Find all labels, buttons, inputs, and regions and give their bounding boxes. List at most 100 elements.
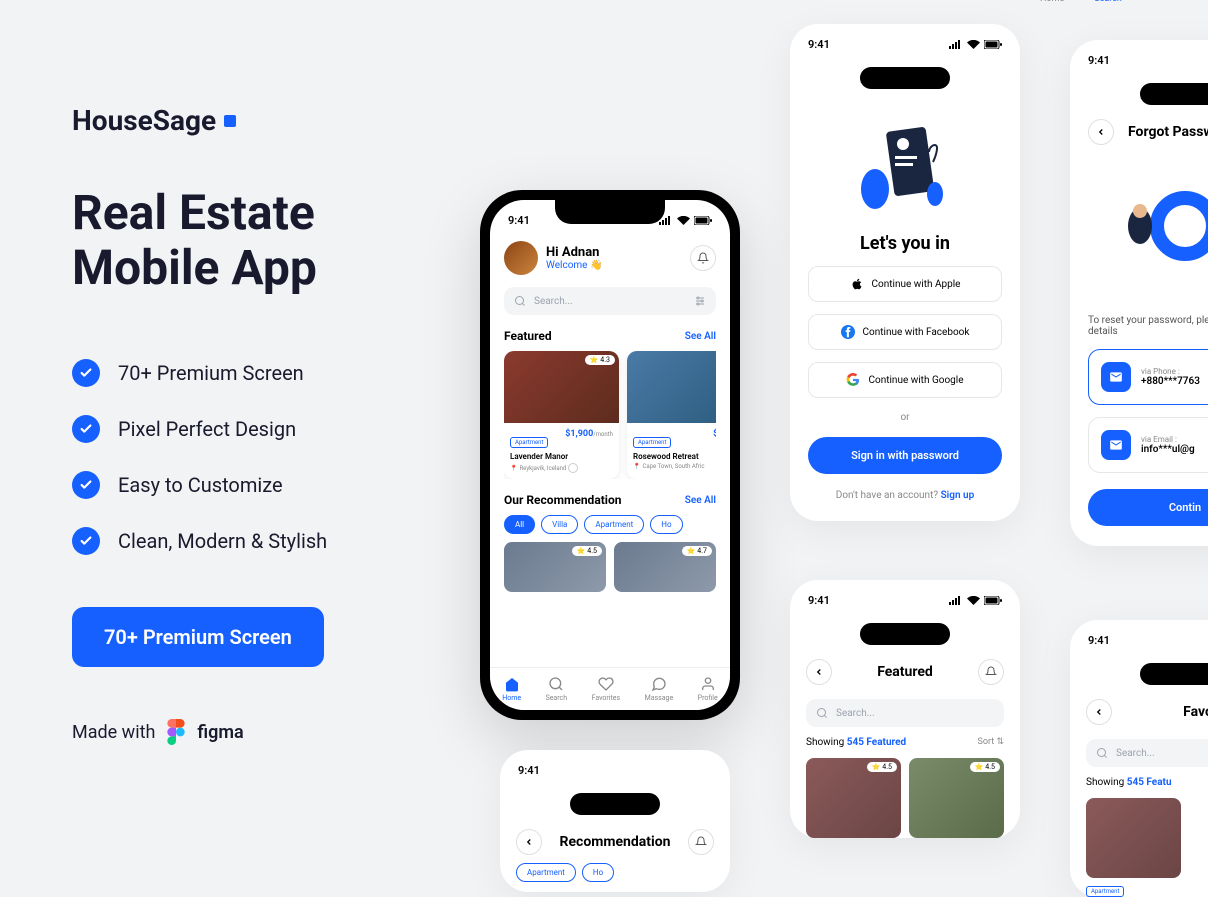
nav-profile[interactable]: Profile: [698, 676, 718, 702]
chip-house[interactable]: Ho: [650, 515, 682, 534]
showing-text: Showing 545 Featured Sort ⇅: [806, 737, 1004, 748]
notification-button[interactable]: [690, 245, 716, 271]
tab-home[interactable]: Home: [1040, 0, 1064, 4]
signal-icon: [949, 40, 963, 49]
signin-button[interactable]: Sign in with password: [808, 437, 1002, 474]
back-button[interactable]: [806, 659, 832, 685]
property-tag: Apartment: [510, 437, 548, 448]
chip-all[interactable]: All: [504, 515, 535, 534]
check-icon: [72, 415, 100, 443]
search-input[interactable]: Search...: [806, 699, 1004, 727]
notch: [860, 623, 950, 645]
showing-text: Showing 545 Featu: [1086, 777, 1208, 788]
page-title: Featured: [832, 664, 978, 680]
nav-search[interactable]: Search: [546, 676, 568, 702]
brand-logo: HouseSage: [72, 104, 452, 137]
home-icon: [504, 676, 520, 692]
avatar[interactable]: [504, 241, 538, 275]
brand-dot-icon: [224, 115, 236, 127]
contact-phone-option[interactable]: via Phone : +880***7763: [1088, 349, 1208, 405]
notch: [1140, 663, 1208, 685]
search-input[interactable]: Search...: [504, 287, 716, 315]
contact-email-option[interactable]: via Email : info***ul@g: [1088, 417, 1208, 473]
property-card[interactable]: ⭐4.7: [614, 542, 716, 592]
result-count: 545 Featu: [1127, 777, 1172, 788]
message-icon: [651, 676, 667, 692]
continue-facebook-button[interactable]: Continue with Facebook: [808, 314, 1002, 350]
property-card[interactable]: [1086, 798, 1181, 878]
chevron-left-icon: [814, 667, 824, 677]
nav-message[interactable]: Massage: [645, 676, 674, 702]
search-icon: [1096, 747, 1108, 759]
notification-button[interactable]: [978, 659, 1004, 685]
bell-icon: [697, 252, 709, 264]
chip-apartment[interactable]: Apartment: [516, 863, 576, 882]
filter-icon[interactable]: [694, 295, 706, 307]
sort-button[interactable]: Sort ⇅: [978, 737, 1004, 747]
signal-icon: [949, 596, 963, 605]
top-tabs: Home Search: [1040, 0, 1122, 4]
tab-search[interactable]: Search: [1094, 0, 1122, 4]
welcome-text: Welcome 👋: [546, 260, 602, 271]
forgot-description: To reset your password, please contact d…: [1088, 315, 1208, 337]
recommendation-header: Our Recommendation See All: [504, 493, 716, 507]
favorite-icon[interactable]: [568, 463, 578, 473]
status-bar: 9:41: [790, 580, 1020, 613]
search-input[interactable]: Search...: [1086, 739, 1208, 767]
search-placeholder: Search...: [836, 708, 875, 719]
continue-google-button[interactable]: Continue with Google: [808, 362, 1002, 398]
status-icons: [949, 38, 1002, 51]
bell-icon: [695, 836, 707, 848]
notification-button[interactable]: [688, 829, 714, 855]
nav-favorites[interactable]: Favorites: [592, 676, 621, 702]
forgot-illustration: [1088, 161, 1208, 301]
back-button[interactable]: [1086, 699, 1112, 725]
see-all-link[interactable]: See All: [685, 495, 716, 506]
status-time: 9:41: [808, 594, 830, 607]
feature-item: 70+ Premium Screen: [72, 359, 452, 387]
chip-house[interactable]: Ho: [582, 863, 614, 882]
phone-mockup-login: 9:41 Let's you in Continue with Apple Co…: [790, 24, 1020, 521]
property-card[interactable]: ⭐4.3 Apartment $1,900/month Lavender Man…: [504, 351, 619, 479]
chip-villa[interactable]: Villa: [541, 515, 578, 534]
property-card[interactable]: ⭐4.5: [909, 758, 1004, 838]
phone-mockup-forgot: 9:41 Forgot Password To reset your passw…: [1070, 40, 1208, 546]
property-card[interactable]: ⭐4.5: [504, 542, 606, 592]
profile-icon: [700, 676, 716, 692]
check-icon: [72, 359, 100, 387]
feature-list: 70+ Premium Screen Pixel Perfect Design …: [72, 359, 452, 555]
property-card[interactable]: ⭐4.5: [806, 758, 901, 838]
back-button[interactable]: [1088, 119, 1114, 145]
signup-row: Don't have an account? Sign up: [808, 490, 1002, 501]
property-name: Rosewood Retreat: [633, 452, 716, 461]
signup-link[interactable]: Sign up: [941, 490, 975, 501]
sms-icon: [1101, 362, 1131, 392]
figma-icon: [167, 719, 185, 745]
status-bar: 9:41: [790, 24, 1020, 57]
facebook-icon: [841, 325, 855, 339]
continue-button[interactable]: Contin: [1088, 489, 1208, 526]
chevron-left-icon: [524, 837, 534, 847]
rating-badge: ⭐4.5: [970, 762, 1000, 772]
notch: [1140, 83, 1208, 105]
back-button[interactable]: [516, 829, 542, 855]
contact-value: +880***7763: [1141, 376, 1200, 387]
see-all-link[interactable]: See All: [685, 331, 716, 342]
feature-item: Easy to Customize: [72, 471, 452, 499]
feature-item: Pixel Perfect Design: [72, 415, 452, 443]
result-count: 545 Featured: [847, 737, 906, 748]
phone-mockup-recommendation: 9:41 Recommendation Apartment Ho: [500, 750, 730, 892]
status-time: 9:41: [1088, 634, 1110, 647]
property-card[interactable]: Apartment $1,30 Rosewood Retreat 📍Cape T…: [627, 351, 716, 479]
property-location: 📍Cape Town, South Afric: [633, 463, 716, 470]
chevron-left-icon: [1094, 707, 1104, 717]
continue-apple-button[interactable]: Continue with Apple: [808, 266, 1002, 302]
chip-apartment[interactable]: Apartment: [584, 515, 644, 534]
greeting-text: Hi Adnan: [546, 245, 602, 260]
battery-icon: [694, 216, 712, 225]
cta-button[interactable]: 70+ Premium Screen: [72, 607, 324, 667]
property-image: [627, 351, 716, 423]
noaccount-text: Don't have an account?: [836, 490, 938, 501]
contact-label: via Email :: [1141, 435, 1195, 444]
nav-home[interactable]: Home: [502, 676, 521, 702]
